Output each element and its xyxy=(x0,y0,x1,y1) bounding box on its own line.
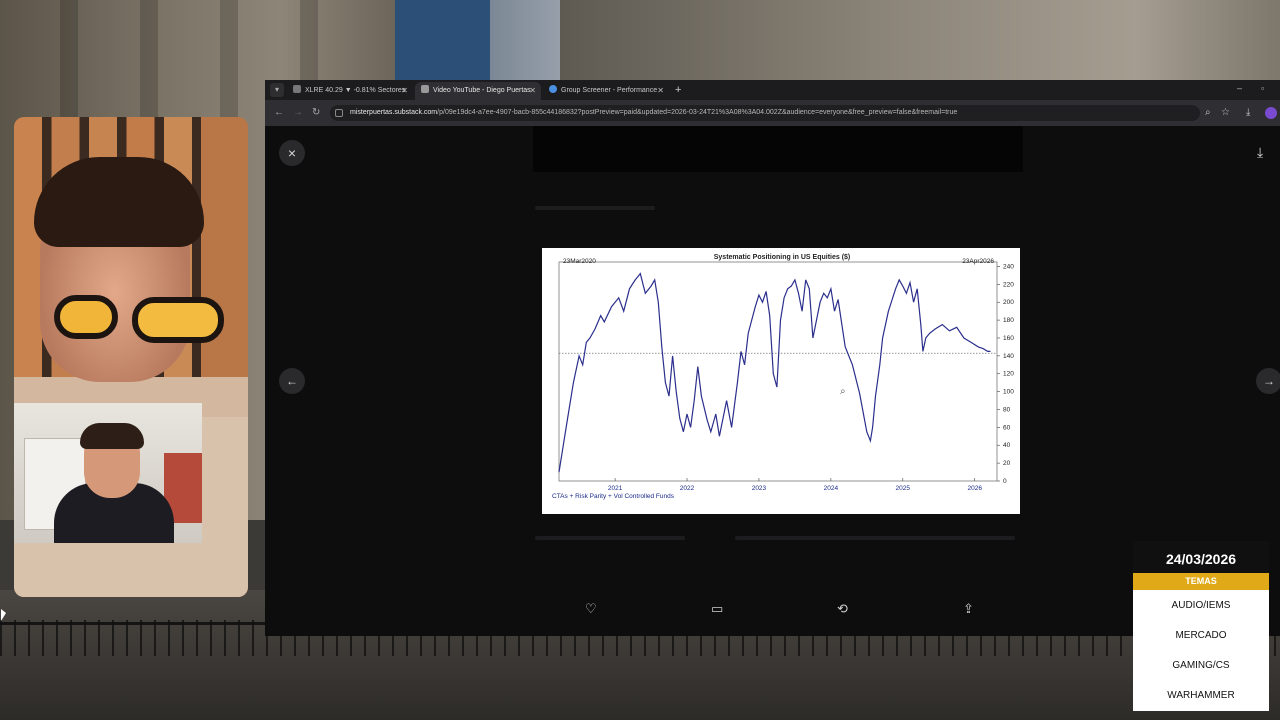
url-field[interactable]: misterpuertas.substack.com/p/09e19dc4-a7… xyxy=(330,105,1200,121)
zoom-icon[interactable]: ⌕ xyxy=(840,386,846,397)
glasses-lens-left xyxy=(54,295,118,339)
chart-title: Systematic Positioning in US Equities ($… xyxy=(714,254,851,261)
comment-icon[interactable]: ▭ xyxy=(711,601,723,617)
tab-xlre[interactable]: XLRE 40.29 ▼ -0.81% Sectores ✕ xyxy=(287,82,413,100)
tab-favicon-icon xyxy=(421,85,429,93)
close-viewer-button[interactable]: × xyxy=(279,140,305,166)
next-image-button[interactable]: → xyxy=(1256,368,1280,394)
webcam-guest xyxy=(14,403,202,543)
x-tick-label: 2025 xyxy=(896,485,911,492)
x-tick-label: 2021 xyxy=(608,485,623,492)
building-right xyxy=(560,0,1280,90)
y-tick-label: 180 xyxy=(1003,317,1014,324)
search-icon[interactable]: ⌕ xyxy=(1205,106,1211,120)
page-text-ghost xyxy=(535,536,685,540)
series-line xyxy=(558,272,991,473)
topic-item: WARHAMMER xyxy=(1167,690,1235,701)
page-text-ghost xyxy=(535,206,655,210)
y-tick-label: 80 xyxy=(1003,406,1011,413)
previous-image-button[interactable]: ← xyxy=(279,368,305,394)
y-tick-label: 20 xyxy=(1003,460,1011,467)
positioning-chart: Systematic Positioning in US Equities ($… xyxy=(542,248,1020,514)
guest-hair xyxy=(80,423,144,449)
y-tick-label: 100 xyxy=(1003,389,1014,396)
tab-group-screener[interactable]: Group Screener - Performance ✕ xyxy=(543,82,669,100)
restack-icon[interactable]: ⟲ xyxy=(837,601,848,617)
share-icon[interactable]: ⇪ xyxy=(963,601,974,617)
page-text-ghost xyxy=(735,536,1015,540)
like-icon[interactable]: ♡ xyxy=(585,601,597,617)
tab-video-youtube[interactable]: Video YouTube - Diego Puertas ✕ xyxy=(415,82,541,100)
tab-favicon-icon xyxy=(549,85,557,93)
chart-svg: Systematic Positioning in US Equities ($… xyxy=(552,254,1014,500)
x-axis: 2021 2022 2023 2024 2025 2026 xyxy=(608,478,982,492)
y-tick-label: 220 xyxy=(1003,281,1014,288)
y-tick-label: 200 xyxy=(1003,299,1014,306)
tab-label: Group Screener - Performance xyxy=(561,87,658,94)
browser-window: ▾ XLRE 40.29 ▼ -0.81% Sectores ✕ Video Y… xyxy=(265,80,1280,636)
tab-close-icon[interactable]: ✕ xyxy=(657,82,664,100)
page-header-block xyxy=(533,126,1023,172)
x-tick-label: 2022 xyxy=(680,485,695,492)
minimize-icon[interactable]: – xyxy=(1237,83,1242,93)
chart-start-label: 23Mar2020 xyxy=(563,258,596,265)
url-host: misterpuertas.substack.com xyxy=(350,109,438,116)
building-mid xyxy=(490,0,570,90)
tab-list-button[interactable]: ▾ xyxy=(270,83,284,97)
url-path: /p/09e19dc4-a7ee-4907-bacb-855c44186832?… xyxy=(437,109,958,116)
sky xyxy=(395,0,505,90)
address-bar-row: ← → ↻ misterpuertas.substack.com/p/09e19… xyxy=(265,100,1280,126)
tab-close-icon[interactable]: ✕ xyxy=(401,82,408,100)
tab-label: Video YouTube - Diego Puertas xyxy=(433,87,531,94)
webcam-hair xyxy=(34,157,204,247)
new-tab-button[interactable]: + xyxy=(675,83,681,97)
chart-end-label: 23Apr2026 xyxy=(962,258,994,265)
site-info-icon[interactable] xyxy=(335,109,343,117)
y-tick-label: 0 xyxy=(1003,478,1007,485)
y-tick-label: 60 xyxy=(1003,424,1011,431)
topics-header: TEMAS xyxy=(1133,573,1269,590)
tab-favicon-icon xyxy=(293,85,301,93)
bookmark-star-icon[interactable]: ☆ xyxy=(1221,106,1230,120)
y-tick-label: 120 xyxy=(1003,371,1014,378)
download-icon[interactable]: ⤓ xyxy=(1257,144,1263,161)
y-tick-label: 40 xyxy=(1003,442,1011,449)
downloads-icon[interactable]: ⤓ xyxy=(1246,106,1250,120)
x-tick-label: 2023 xyxy=(752,485,767,492)
reload-icon[interactable]: ↻ xyxy=(312,106,320,120)
stream-date: 24/03/2026 xyxy=(1133,541,1269,573)
topics-panel: 24/03/2026 TEMAS AUDIO/IEMS MERCADO GAMI… xyxy=(1133,541,1269,711)
x-tick-label: 2024 xyxy=(824,485,839,492)
glasses-lens-right xyxy=(132,297,224,343)
topic-item: AUDIO/IEMS xyxy=(1171,600,1231,611)
x-tick-label: 2026 xyxy=(967,485,982,492)
y-axis: 0 20 40 60 80 100 120 140 160 180 200 220 240 xyxy=(997,263,1014,485)
mouse-cursor-icon xyxy=(1,609,6,621)
chart-footer: CTAs + Risk Parity + Vol Controlled Fund… xyxy=(552,493,675,500)
forward-icon[interactable]: → xyxy=(293,106,303,120)
y-tick-label: 240 xyxy=(1003,263,1014,270)
profile-avatar[interactable] xyxy=(1265,107,1277,119)
topic-item: MERCADO xyxy=(1175,630,1227,641)
tab-bar: ▾ XLRE 40.29 ▼ -0.81% Sectores ✕ Video Y… xyxy=(265,80,1280,100)
tab-close-icon[interactable]: ✕ xyxy=(529,82,536,100)
image-viewer: × ⤓ ← → Systematic Positioning in US Equ… xyxy=(265,126,1280,636)
y-tick-label: 160 xyxy=(1003,335,1014,342)
tab-label: XLRE 40.29 ▼ -0.81% Sectores xyxy=(305,87,406,94)
y-tick-label: 140 xyxy=(1003,353,1014,360)
restore-icon[interactable]: ▫ xyxy=(1261,83,1264,93)
back-icon[interactable]: ← xyxy=(274,106,284,120)
topic-item: GAMING/CS xyxy=(1172,660,1230,671)
